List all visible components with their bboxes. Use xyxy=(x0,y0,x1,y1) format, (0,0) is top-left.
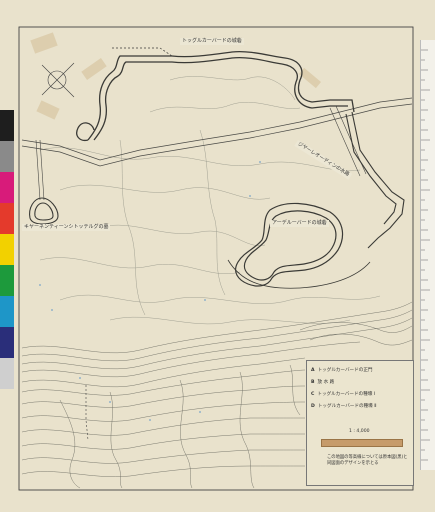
legend-item: D トッグルカーバードの種壕 Ⅱ xyxy=(311,404,377,409)
legend-item: C トッグルカーバードの種壕 Ⅰ xyxy=(311,392,376,397)
north-castle-label: トッグルカーバードの城砦 xyxy=(180,38,244,45)
north-castle-walls xyxy=(76,50,355,142)
tape-piece xyxy=(81,58,107,80)
compass-icon xyxy=(41,62,75,98)
contour-lines-upper xyxy=(39,76,381,325)
legend-item: B放 水 路 xyxy=(311,380,335,385)
stream-marks xyxy=(39,161,261,421)
east-castle-walls xyxy=(227,202,371,289)
east-castle-label: アーデルーバードの城砦 xyxy=(270,220,329,227)
legend-item: A トッグルカーバードの正門 xyxy=(311,368,373,373)
east-fortress-walls xyxy=(345,111,405,249)
west-castle-label: キヤーネンティーンシトッテルグの墓 xyxy=(22,224,111,231)
scale-label: 1 : 4,000 xyxy=(349,429,370,434)
dashed-trail xyxy=(85,385,89,441)
map-scan: トッグルカーバードの城砦 アーデルーバードの城砦 キヤーネンティーンシトッテルグ… xyxy=(0,0,435,512)
tape-piece xyxy=(30,32,58,54)
map-legend: A トッグルカーバードの正門 B放 水 路 C トッグルカーバードの種壕 Ⅰ D トッ… xyxy=(306,360,414,486)
dashed-wall xyxy=(112,47,173,57)
scale-bar xyxy=(321,439,403,447)
west-fort-walls xyxy=(29,197,59,225)
tape-piece xyxy=(36,100,60,120)
legend-note: この地図の等高線については原本図(黒)と同図面のデザインを示とる xyxy=(327,455,408,467)
